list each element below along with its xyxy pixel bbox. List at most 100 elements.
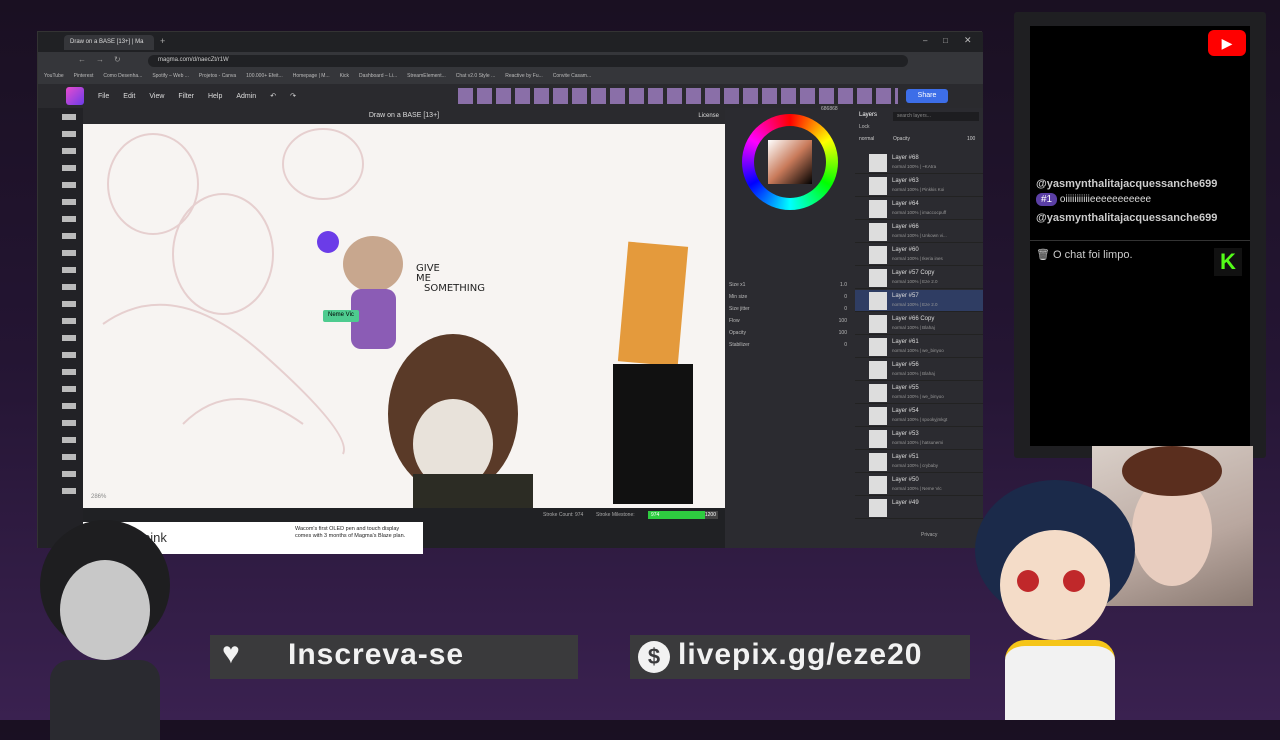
license-button[interactable]: License	[698, 108, 719, 124]
layers-tab[interactable]: Layers	[859, 112, 877, 118]
color-square[interactable]	[768, 140, 812, 184]
layer-name: Layer #54	[892, 408, 919, 414]
tool-sidebar	[38, 108, 83, 548]
bookmark[interactable]: Homepage | M...	[293, 73, 330, 81]
layer-name: Layer #60	[892, 247, 919, 253]
bookmark[interactable]: Como Desenha...	[103, 73, 142, 81]
opacity-value[interactable]: 100	[967, 136, 975, 142]
brush-row-size-jitter[interactable]: Size jitter 0	[729, 306, 849, 318]
reload-icon[interactable]: ↻	[114, 55, 121, 64]
layer-name: Layer #63	[892, 178, 919, 184]
blend-mode-select[interactable]: normal	[859, 136, 874, 142]
privacy-label[interactable]: Privacy	[921, 532, 937, 538]
browser-tab[interactable]: Draw on a BASE [13+] | Ma	[64, 35, 154, 50]
layer-item[interactable]: Layer #56 normal 100% | Blahaj	[855, 359, 983, 381]
bookmark[interactable]: Convite Casam...	[553, 73, 591, 81]
youtube-icon: ▶	[1208, 30, 1246, 56]
drawing-canvas[interactable]: GIVE ME SOMETHING Neme Vic 286%	[83, 124, 725, 508]
menu-edit[interactable]: Edit	[123, 93, 135, 100]
bookmark[interactable]: Chat v2.0 Style ...	[456, 73, 495, 81]
bookmark[interactable]: Pinterest	[74, 73, 94, 81]
brush-row-value: 1.0	[840, 282, 847, 288]
brush-row-min-size[interactable]: Min size 0	[729, 294, 849, 306]
bookmark[interactable]: Kick	[340, 73, 349, 81]
bookmark[interactable]: Projetos - Canva	[199, 73, 236, 81]
brush-row-label: Size x1	[729, 282, 746, 288]
share-button[interactable]: Share	[906, 89, 948, 103]
brush-row-opacity[interactable]: Opacity 100	[729, 330, 849, 342]
brush-row-flow[interactable]: Flow 100	[729, 318, 849, 330]
bookmark[interactable]: YouTube	[44, 73, 64, 81]
menu-admin[interactable]: Admin	[236, 93, 256, 100]
layer-search-input[interactable]: search layers...	[893, 112, 979, 121]
bookmark[interactable]: Reactive by Fu...	[505, 73, 543, 81]
brush-row-stabilizer[interactable]: Stabilizer 0	[729, 342, 849, 354]
menu-view[interactable]: View	[149, 93, 164, 100]
color-wheel[interactable]	[742, 114, 838, 210]
stroke-progress-bar: 974 1200	[648, 511, 718, 519]
layer-name: Layer #50	[892, 477, 919, 483]
right-mascot-face	[1000, 530, 1110, 640]
undo-icon[interactable]: ↶	[270, 92, 276, 100]
bookmark[interactable]: 100.000+ Efeit...	[246, 73, 283, 81]
menu-help[interactable]: Help	[208, 93, 222, 100]
layer-item[interactable]: Layer #55 normal 100% | we_binyoo	[855, 382, 983, 404]
lock-label[interactable]: Lock	[859, 124, 870, 130]
layer-name: Layer #61	[892, 339, 919, 345]
layer-item-selected[interactable]: Layer #57 normal 100% | Eze 2.0	[855, 290, 983, 312]
layer-item[interactable]: Layer #60 normal 100% | Ikeria ines	[855, 244, 983, 266]
system-message: 🗑 O chat foi limpo.	[1036, 249, 1133, 261]
brush-row-value: 0	[844, 306, 847, 312]
chat-message: #1 oiiiiiiiiiiieeeeeeeeeee	[1036, 193, 1152, 206]
maximize-icon[interactable]: □	[943, 36, 948, 45]
layer-item[interactable]: Layer #66 Copy normal 100% | Blahaj	[855, 313, 983, 335]
url-field[interactable]: magma.com/d/naecZt/r1W	[148, 55, 908, 67]
close-icon[interactable]: ✕	[964, 35, 972, 46]
brush-row-label: Flow	[729, 318, 740, 324]
layer-name: Layer #53	[892, 431, 919, 437]
layer-sub: normal 100% | we_binyoo	[892, 348, 944, 353]
left-mascot-body	[50, 660, 160, 740]
tab-bar: Draw on a BASE [13+] | Ma + – □ ✕	[38, 32, 983, 52]
right-mascot-eye	[1063, 570, 1085, 592]
system-message-text: O chat foi limpo.	[1053, 249, 1133, 261]
minimize-icon[interactable]: –	[923, 36, 927, 45]
new-tab-button[interactable]: +	[160, 36, 165, 46]
redo-icon[interactable]: ↷	[290, 92, 296, 100]
brush-row-value: 0	[844, 294, 847, 300]
bookmark[interactable]: StreamElement...	[407, 73, 446, 81]
user-cursor-tag: Neme Vic	[323, 310, 359, 322]
layer-item[interactable]: Layer #61 normal 100% | we_binyoo	[855, 336, 983, 358]
layer-item[interactable]: Layer #63 normal 100% | Pinkkis Koi	[855, 175, 983, 197]
kick-icon: K	[1214, 248, 1242, 276]
magma-logo-icon[interactable]	[66, 87, 84, 105]
menu-file[interactable]: File	[98, 93, 109, 100]
color-hex[interactable]: 686868	[821, 106, 838, 112]
menu-filter[interactable]: Filter	[178, 93, 194, 100]
bookmark[interactable]: Dashboard – Li...	[359, 73, 397, 81]
back-icon[interactable]: ←	[78, 55, 86, 64]
bookmark[interactable]: Spotify – Web ...	[152, 73, 189, 81]
layer-sub: normal 100% | Blahaj	[892, 325, 935, 330]
brush-row-label: Stabilizer	[729, 342, 750, 348]
chat-divider	[1030, 240, 1250, 241]
chat-message-text: oiiiiiiiiiiieeeeeeeeeee	[1059, 194, 1152, 205]
layer-item[interactable]: Layer #57 Copy normal 100% | Eze 2.0	[855, 267, 983, 289]
brush-row-label: Opacity	[729, 330, 746, 336]
color-brush-panel: 686868 Size x1 1.0 Min size 0 Size jitter 0…	[725, 106, 855, 548]
layer-item[interactable]: Layer #68 normal 100% | ~KAtra	[855, 152, 983, 174]
layer-item[interactable]: Layer #53 normal 100% | hatsunemi	[855, 428, 983, 450]
layer-item[interactable]: Layer #66 normal 100% | Unkown vi...	[855, 221, 983, 243]
brush-row-size[interactable]: Size x1 1.0	[729, 282, 849, 294]
app-menu-bar: File Edit View Filter Help Admin ↶ ↷ Sha…	[38, 84, 983, 108]
layer-item[interactable]: Layer #51 normal 100% | crybaby	[855, 451, 983, 473]
stroke-progress-value: 974	[651, 512, 660, 518]
forward-icon[interactable]: →	[96, 55, 104, 64]
right-mascot-body	[1005, 640, 1115, 720]
user-avatars-strip	[458, 88, 898, 104]
drawing-text: GIVE ME SOMETHING	[416, 264, 485, 294]
layer-item[interactable]: Layer #64 normal 100% | imaccocpuff	[855, 198, 983, 220]
tab-title: Draw on a BASE [13+] | Ma	[70, 39, 144, 45]
layer-item[interactable]: Layer #54 normal 100% | spookyjmkgt	[855, 405, 983, 427]
rank-badge: #1	[1036, 193, 1058, 206]
